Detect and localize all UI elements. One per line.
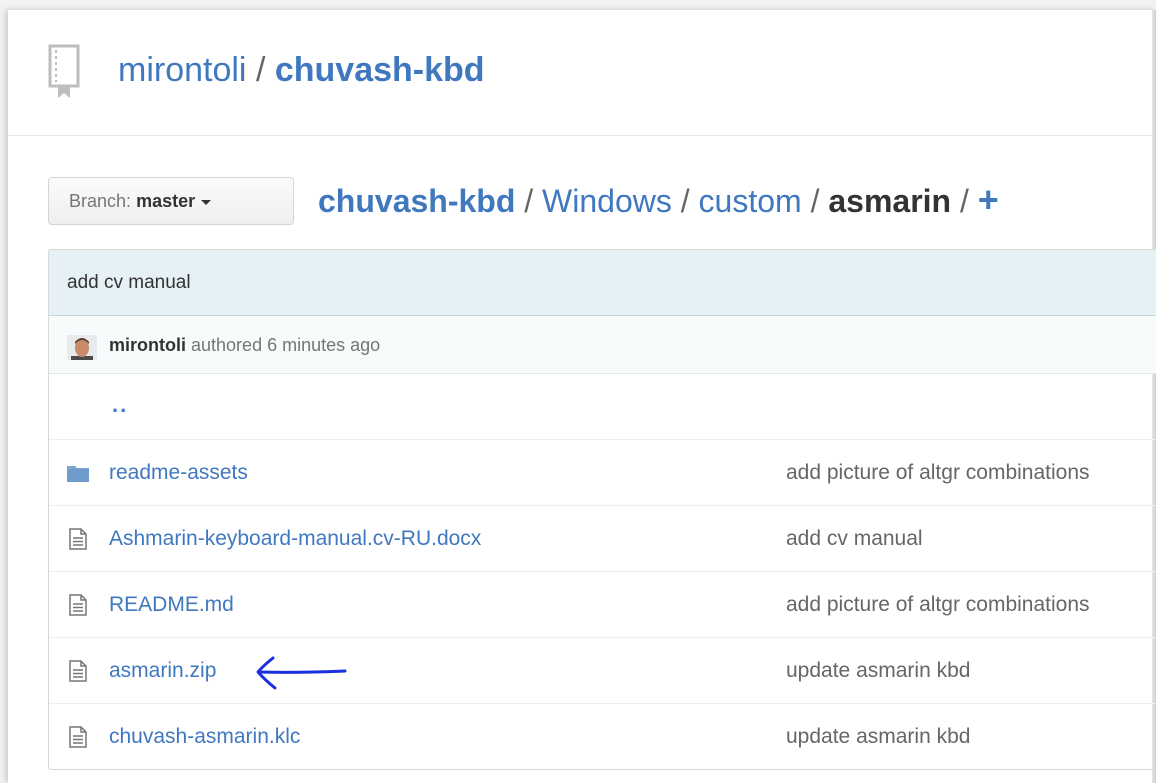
file-commit-message-link[interactable]: add picture of altgr combinations <box>786 440 1090 506</box>
file-table: add cv manual mirontoli authored 6 minut… <box>48 249 1156 770</box>
table-row: chuvash-asmarin.klc update asmarin kbd <box>49 704 1156 769</box>
file-commit-message-link[interactable]: add cv manual <box>786 506 923 572</box>
table-row: readme-assets add picture of altgr combi… <box>49 440 1156 506</box>
breadcrumb: chuvash-kbd / Windows / custom / asmarin… <box>318 180 999 221</box>
file-name-link[interactable]: readme-assets <box>109 440 248 506</box>
repo-header: mirontoli / chuvash-kbd <box>8 10 1152 136</box>
repo-title: mirontoli / chuvash-kbd <box>118 50 485 90</box>
file-commit-message-link[interactable]: update asmarin kbd <box>786 704 970 769</box>
commit-message-link[interactable]: add cv manual <box>67 272 191 293</box>
breadcrumb-separator: / <box>810 183 820 219</box>
breadcrumb-separator: / <box>959 183 969 219</box>
file-commit-message-link[interactable]: add picture of altgr combinations <box>786 572 1090 638</box>
breadcrumb-current: asmarin <box>828 183 952 219</box>
branch-selector-button[interactable]: Branch: master <box>48 177 294 225</box>
parent-directory-row[interactable]: .. <box>49 374 1156 440</box>
parent-directory-link[interactable]: .. <box>112 392 128 418</box>
branch-name: master <box>136 191 196 211</box>
latest-commit-bar: add cv manual <box>49 250 1156 316</box>
breadcrumb-separator: / <box>680 183 690 219</box>
hand-drawn-arrow-icon <box>249 652 349 692</box>
file-icon <box>67 726 89 748</box>
file-name-link[interactable]: README.md <box>109 572 234 638</box>
screenshot-sheet: mirontoli / chuvash-kbd Branch: master c… <box>8 10 1156 783</box>
file-name-link[interactable]: Ashmarin-keyboard-manual.cv-RU.docx <box>109 506 481 572</box>
file-commit-message-link[interactable]: update asmarin kbd <box>786 638 970 704</box>
table-row: asmarin.zip update asmarin kbd <box>49 638 1156 704</box>
branch-label: Branch: <box>69 191 132 211</box>
repo-owner-link[interactable]: mirontoli <box>118 51 246 89</box>
commit-author-row: mirontoli authored 6 minutes ago <box>49 316 1156 374</box>
breadcrumb-root-link[interactable]: chuvash-kbd <box>318 183 515 219</box>
chevron-down-icon <box>201 199 212 205</box>
commit-authored-time: authored 6 minutes ago <box>191 335 381 355</box>
table-row: Ashmarin-keyboard-manual.cv-RU.docx add … <box>49 506 1156 572</box>
file-icon <box>67 594 89 616</box>
file-icon <box>67 660 89 682</box>
avatar[interactable] <box>67 330 97 360</box>
add-file-button[interactable]: + <box>978 179 999 220</box>
repo-icon <box>48 44 80 102</box>
file-icon <box>67 528 89 550</box>
table-row: README.md add picture of altgr combinati… <box>49 572 1156 638</box>
repo-name-link[interactable]: chuvash-kbd <box>275 51 485 89</box>
breadcrumb-separator: / <box>524 183 534 219</box>
file-name-link[interactable]: chuvash-asmarin.klc <box>109 704 300 769</box>
folder-icon <box>67 462 89 484</box>
repo-title-separator: / <box>255 51 266 89</box>
breadcrumb-windows-link[interactable]: Windows <box>542 183 672 219</box>
breadcrumb-custom-link[interactable]: custom <box>699 183 802 219</box>
file-name-link[interactable]: asmarin.zip <box>109 638 216 704</box>
commit-author-name[interactable]: mirontoli <box>109 335 186 355</box>
